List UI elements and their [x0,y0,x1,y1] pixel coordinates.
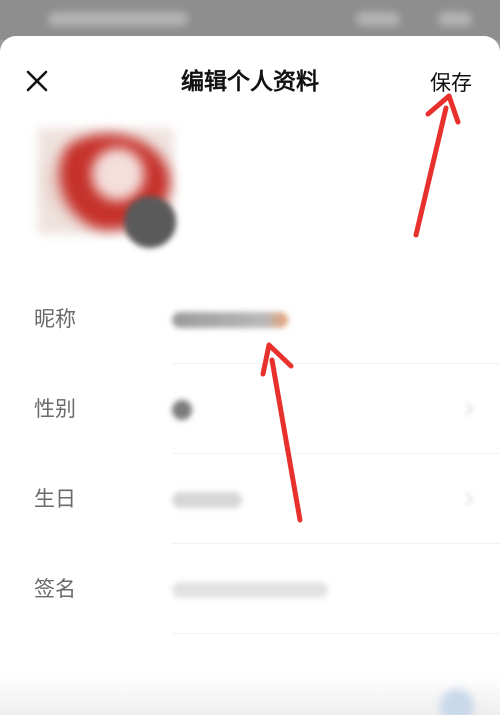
status-bar-right-text [356,12,400,26]
gender-label: 性别 [34,397,76,421]
signature-label: 签名 [34,577,76,601]
bottom-fade [0,675,500,715]
status-bar [0,0,500,40]
page-title: 编辑个人资料 [181,69,319,95]
nickname-value[interactable] [172,312,288,328]
signature-row[interactable]: 签名 [0,544,500,634]
camera-icon[interactable] [124,196,176,248]
gender-row[interactable]: 性别 [0,364,500,454]
edit-profile-sheet: 编辑个人资料 保存 昵称 性别 生日 签名 [0,36,500,715]
nickname-label: 昵称 [34,307,76,331]
chevron-right-icon [465,402,474,416]
status-bar-left-text [48,12,188,26]
birthday-row[interactable]: 生日 [0,454,500,544]
bottom-floating-icon [440,689,474,715]
birthday-label: 生日 [34,487,76,511]
save-button[interactable]: 保存 [430,68,472,98]
header: 编辑个人资料 保存 [0,36,500,126]
gender-value[interactable] [172,400,192,420]
birthday-value[interactable] [172,492,242,508]
status-bar-right-icon [438,12,472,26]
chevron-right-icon [465,492,474,506]
nickname-row[interactable]: 昵称 [0,274,500,364]
signature-value[interactable] [172,582,328,598]
row-divider [172,633,500,634]
